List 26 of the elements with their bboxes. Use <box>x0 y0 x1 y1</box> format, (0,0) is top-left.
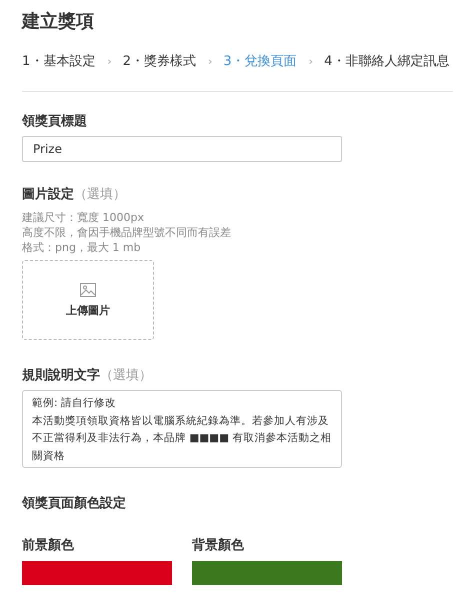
chevron-icon: › <box>208 54 212 68</box>
chevron-icon: › <box>308 54 314 68</box>
hint-text: 格式：png，最大 1 mb <box>22 240 142 255</box>
step-tab[interactable]: 2・獎券樣式 <box>122 52 196 70</box>
optional-note: （選填） <box>100 368 152 383</box>
field-label: 前景顏色 <box>22 537 75 555</box>
chevron-icon: › <box>107 54 112 68</box>
page-title: 建立獎項 <box>22 10 95 34</box>
input-field[interactable]: Prize <box>22 136 342 162</box>
text-line: 本活動獎項領取資格皆以電腦系統紀錄為準。若參加人有涉及不正當得利及非法行為，本品牌 ■■■■ 有取消參本活動之相關資格 <box>32 414 332 464</box>
color-swatch[interactable] <box>22 561 172 585</box>
field-label: 圖片設定 <box>22 187 74 202</box>
section-label: 領獎頁面顏色設定 <box>22 495 127 513</box>
upload-button[interactable]: 上傳圖片 <box>22 260 154 340</box>
color-swatch[interactable] <box>192 561 342 585</box>
hint-text: 高度不限，會因手機品牌型號不同而有誤差 <box>22 225 232 240</box>
field-label: 背景顏色 <box>192 537 245 555</box>
hint-text: 建議尺寸：寬度 1000px <box>22 210 145 225</box>
step-tab[interactable]: 4・非聯絡人綁定訊息 <box>324 52 450 70</box>
image-icon <box>80 282 96 296</box>
field-label: 規則說明文字 <box>22 368 100 383</box>
field-label: 領獎頁標題 <box>22 113 88 131</box>
text-area[interactable]: 範例: 請自行修改 本活動獎項領取資格皆以電腦系統紀錄為準。若參加人有涉及不正當得利及非法行為，本品牌 ■■■■ 有取消參本活動之相關資格 <box>22 390 342 468</box>
text-line: 範例: 請自行修改 <box>32 396 117 411</box>
step-tab[interactable]: 1・基本設定 <box>22 52 96 70</box>
optional-note: （選填） <box>74 187 126 202</box>
